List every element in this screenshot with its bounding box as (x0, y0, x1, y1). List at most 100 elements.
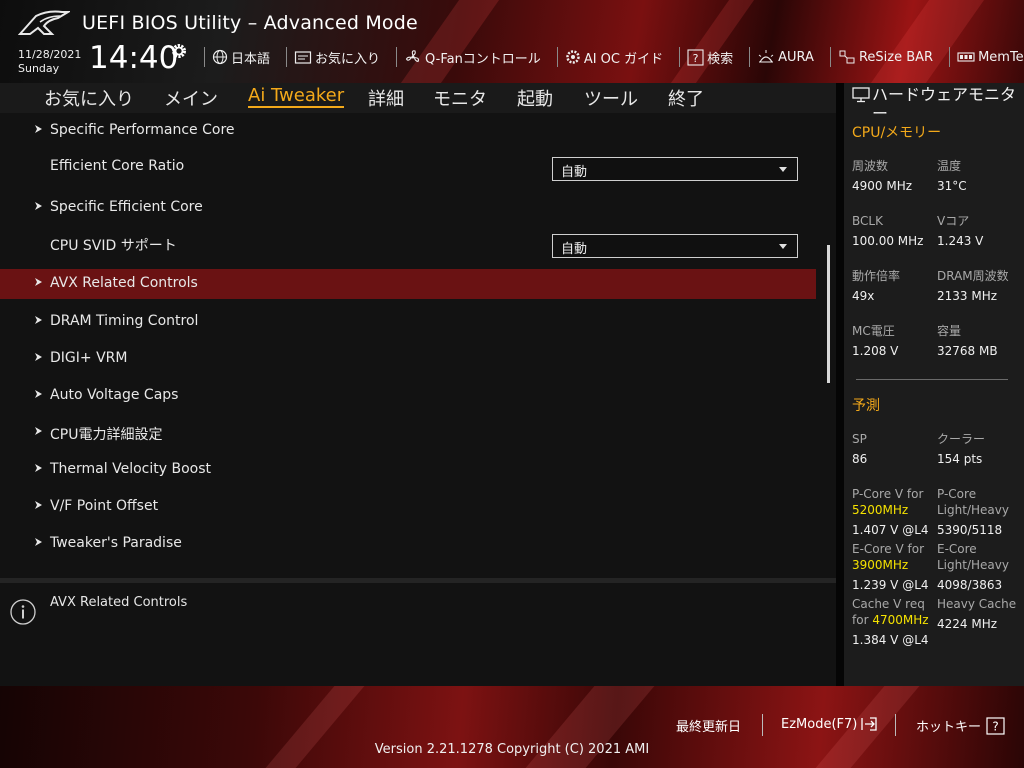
favorites-label: お気に入り (315, 51, 381, 67)
setting-label: DIGI+ VRM (50, 350, 128, 366)
prediction-value: 1.239 V @L4 (852, 578, 929, 592)
submenu-cpu-power-settings[interactable]: CPU電力詳細設定 (0, 418, 816, 448)
aura-icon (758, 50, 774, 63)
monitor-value: 49x (852, 289, 875, 303)
setting-label: Specific Efficient Core (50, 199, 203, 215)
ai-oc-label: AI OC ガイド (583, 51, 664, 67)
submenu-arrow-icon (35, 427, 42, 435)
setting-label: Tweaker's Paradise (50, 535, 182, 551)
toolbar-divider (679, 47, 681, 67)
submenu-auto-voltage-caps[interactable]: Auto Voltage Caps (0, 381, 816, 411)
globe-icon (212, 49, 228, 65)
tab-main[interactable]: メイン (164, 85, 218, 111)
toolbar-divider (204, 47, 205, 67)
memtest-button[interactable]: MemTest86 (957, 50, 1024, 65)
exit-arrow-icon (861, 717, 878, 731)
prediction-label: Light/Heavy (937, 503, 1009, 517)
setting-label: Thermal Velocity Boost (50, 461, 211, 477)
date-text: 11/28/2021 (18, 48, 82, 61)
monitor-mc-voltage: MC電圧 1.208 V (852, 323, 898, 359)
tab-exit[interactable]: 終了 (668, 85, 704, 111)
toolbar-divider (949, 47, 951, 67)
submenu-thermal-velocity-boost[interactable]: Thermal Velocity Boost (0, 455, 816, 485)
prediction-value: 1.384 V @L4 (852, 633, 929, 647)
prediction-ecore-voltage: E-Core V for 3900MHz 1.239 V @L4 (852, 541, 929, 593)
ai-oc-button[interactable]: AI OC ガイド (565, 48, 663, 67)
monitor-dram-frequency: DRAM周波数 2133 MHz (937, 268, 1009, 304)
submenu-digi-vrm[interactable]: DIGI+ VRM (0, 344, 816, 374)
search-label: 検索 (707, 51, 734, 67)
submenu-arrow-icon (35, 501, 42, 509)
resize-bar-button[interactable]: ReSize BAR (838, 49, 933, 65)
footer-bar: 最終更新日 EzMode(F7) ホットキー ? Version 2.21.12… (0, 686, 1024, 768)
aura-button[interactable]: AURA (757, 49, 814, 65)
efficient-core-ratio-dropdown[interactable]: 自動 (552, 157, 798, 181)
submenu-arrow-icon (35, 464, 42, 472)
last-modified-label: 最終更新日 (676, 720, 742, 735)
tab-tool[interactable]: ツール (584, 85, 638, 111)
monitor-value: 32768 MB (937, 344, 998, 358)
monitor-vcore: Vコア 1.243 V (937, 213, 983, 249)
submenu-dram-timing-control[interactable]: DRAM Timing Control (0, 307, 816, 337)
ezmode-label: EzMode(F7) (781, 716, 858, 732)
setting-label: CPU電力詳細設定 (50, 427, 163, 443)
tab-favorites[interactable]: お気に入り (44, 85, 134, 111)
tab-boot[interactable]: 起動 (517, 85, 553, 111)
monitor-value: 1.208 V (852, 344, 899, 358)
monitor-value: 1.243 V (937, 234, 984, 248)
submenu-specific-efficient-core[interactable]: Specific Efficient Core (0, 193, 816, 223)
monitor-label: 周波数 (852, 159, 889, 173)
submenu-specific-performance-core[interactable]: Specific Performance Core (0, 116, 816, 146)
app-title: UEFI BIOS Utility – Advanced Mode (82, 12, 418, 34)
setting-label: Auto Voltage Caps (50, 387, 179, 403)
search-button[interactable]: ? 検索 (687, 48, 733, 67)
info-icon (10, 599, 36, 625)
submenu-arrow-icon (35, 353, 42, 361)
ai-oc-icon (566, 50, 580, 64)
prediction-label: E-Core (937, 542, 977, 556)
submenu-tweakers-paradise[interactable]: Tweaker's Paradise (0, 529, 816, 559)
submenu-avx-related-controls[interactable]: AVX Related Controls (0, 269, 816, 299)
sidebar-divider (836, 83, 844, 686)
prediction-value: 4224 MHz (937, 617, 998, 631)
tab-ai-tweaker[interactable]: Ai Tweaker (248, 85, 345, 108)
settings-scrollbar[interactable] (827, 245, 830, 383)
memtest-label: MemTest86 (978, 49, 1024, 65)
cpu-svid-support-dropdown[interactable]: 自動 (552, 234, 798, 258)
prediction-ecore-light-heavy: E-Core Light/Heavy 4098/3863 (937, 541, 1009, 593)
last-modified-button[interactable]: 最終更新日 (676, 716, 741, 735)
toolbar-divider (396, 47, 398, 67)
submenu-arrow-icon (35, 316, 42, 324)
hotkeys-button[interactable]: ホットキー ? (916, 716, 1006, 735)
prediction-label: for (852, 613, 869, 627)
prediction-label: P-Core (937, 487, 977, 501)
prediction-value: 5390/5118 (937, 523, 1003, 537)
hardware-monitor-title: ハードウェアモニター (872, 85, 1017, 123)
ezmode-button[interactable]: EzMode(F7) (781, 716, 879, 732)
header-decor (870, 0, 985, 83)
favorites-button[interactable]: お気に入り (294, 48, 380, 67)
submenu-arrow-icon (35, 390, 42, 398)
setting-label: Efficient Core Ratio (50, 158, 185, 174)
tab-advanced[interactable]: 詳細 (368, 85, 404, 111)
language-button[interactable]: 日本語 (212, 48, 270, 67)
chevron-down-icon (779, 167, 787, 172)
monitor-capacity: 容量 32768 MB (937, 323, 998, 359)
setting-label: CPU SVID サポート (50, 238, 177, 254)
gear-icon[interactable] (170, 42, 188, 60)
submenu-vf-point-offset[interactable]: V/F Point Offset (0, 492, 816, 522)
prediction-cache-voltage: Cache V req for 4700MHz 1.384 V @L4 (852, 596, 929, 648)
resize-bar-label: ReSize BAR (858, 49, 934, 65)
toolbar-divider (286, 47, 288, 67)
submenu-arrow-icon (35, 125, 42, 133)
prediction-sp: SP 86 (852, 431, 867, 467)
tab-monitor[interactable]: モニタ (433, 85, 487, 111)
help-text: AVX Related Controls (50, 595, 188, 610)
qfan-button[interactable]: Q-Fanコントロール (404, 48, 541, 67)
clock-display[interactable]: 14:40 (89, 40, 178, 76)
monitor-icon (852, 87, 870, 103)
hotkeys-label: ホットキー (916, 720, 982, 735)
help-panel: AVX Related Controls (0, 583, 836, 686)
version-text: Version 2.21.1278 Copyright (C) 2021 AMI (374, 742, 650, 757)
favorites-icon (294, 51, 312, 64)
